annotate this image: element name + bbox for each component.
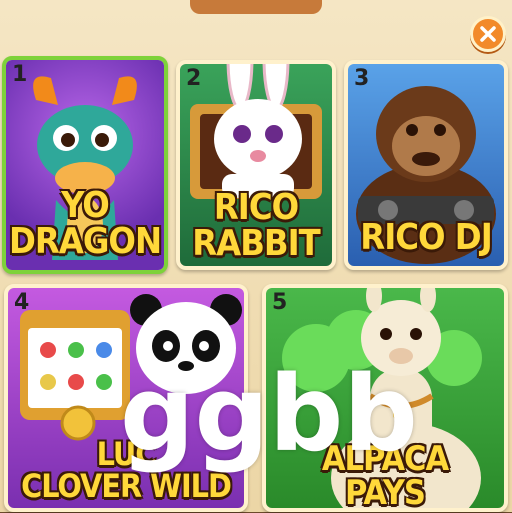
game-title-line: DRAGON	[8, 221, 162, 262]
game-title-line: YO	[61, 185, 110, 226]
game-title-line: RABBIT	[192, 223, 321, 264]
game-title: RICO RABBIT	[180, 190, 332, 262]
game-title-line: RICO DJ	[360, 217, 492, 258]
game-card-yo-dragon[interactable]: 1 YO DRAGON	[2, 56, 168, 274]
card-number: 3	[354, 66, 370, 91]
game-title: YO DRAGON	[6, 188, 164, 260]
game-title-line: RICO	[213, 187, 299, 228]
close-button[interactable]	[470, 16, 506, 52]
card-number: 5	[272, 290, 288, 315]
watermark-text: ggbb	[120, 353, 418, 475]
game-title: RICO DJ	[348, 220, 504, 256]
close-icon	[480, 26, 496, 42]
game-card-rico-dj[interactable]: 3 RICO DJ	[344, 60, 508, 270]
card-number: 2	[186, 66, 202, 91]
card-number: 4	[14, 290, 30, 315]
card-number: 1	[12, 62, 28, 87]
game-select-panel: 1 YO DRAGON 2 RICO RABBIT 3 RICO DJ 4 LU…	[0, 0, 512, 512]
game-card-rico-rabbit[interactable]: 2 RICO RABBIT	[176, 60, 336, 270]
game-title-line: PAYS	[345, 473, 426, 513]
panel-header-tab	[190, 0, 322, 14]
